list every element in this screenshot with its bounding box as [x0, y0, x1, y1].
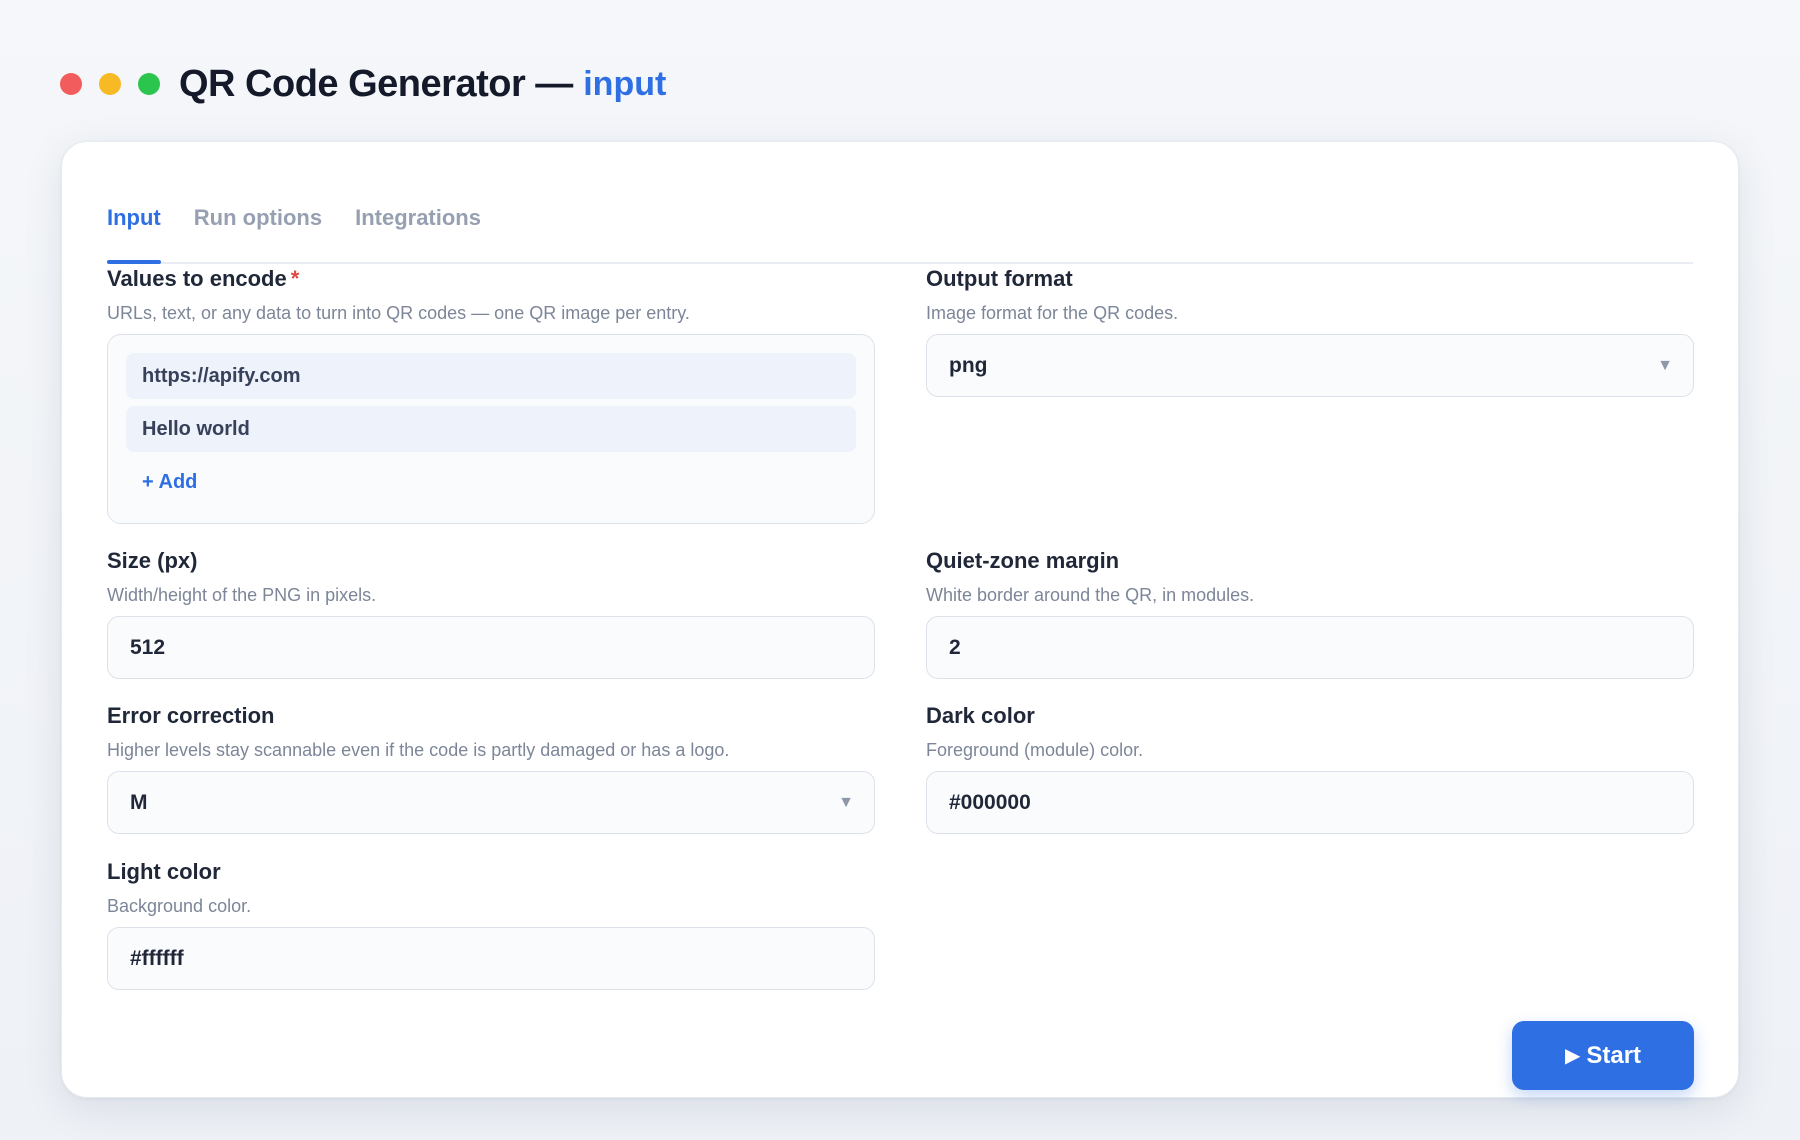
margin-label: Quiet-zone margin	[926, 548, 1120, 573]
add-value-button[interactable]: + Add	[126, 459, 856, 505]
minimize-window-dot[interactable]	[99, 73, 121, 95]
app-subtitle: input	[583, 64, 667, 103]
chevron-down-icon: ▼	[838, 793, 854, 811]
chevron-down-icon: ▼	[1657, 356, 1673, 374]
size-help: Width/height of the PNG in pixels.	[107, 585, 377, 605]
output-format-label: Output format	[926, 266, 1073, 291]
dark-color-label: Dark color	[926, 703, 1035, 728]
error-correction-help: Higher levels stay scannable even if the…	[107, 740, 730, 760]
light-color-field: Light color Background color. #ffffff	[107, 857, 875, 990]
tab-integrations[interactable]: Integrations	[355, 174, 481, 262]
output-format-field: Output format Image format for the QR co…	[926, 264, 1694, 397]
size-label: Size (px)	[107, 548, 198, 573]
play-icon: ▶	[1564, 1045, 1581, 1067]
start-label: Start	[1586, 1041, 1642, 1069]
list-item[interactable]: Hello world	[126, 406, 856, 452]
output-format-value: png	[949, 353, 988, 377]
input-form-card: Input Run options Integrations Values to…	[61, 141, 1739, 1098]
margin-input[interactable]: 2	[926, 616, 1694, 679]
error-correction-label: Error correction	[107, 703, 275, 728]
app-title: QR Code Generator	[179, 62, 526, 105]
error-correction-field: Error correction Higher levels stay scan…	[107, 701, 875, 834]
margin-field: Quiet-zone margin White border around th…	[926, 546, 1694, 679]
values-list: https://apify.com Hello world + Add	[107, 334, 875, 524]
values-label-text: Values to encode	[107, 266, 287, 291]
window-titlebar: QR Code Generator — input	[60, 58, 666, 110]
error-correction-value: M	[130, 790, 148, 814]
values-label: Values to encode *	[107, 264, 875, 294]
start-button[interactable]: ▶ Start	[1512, 1021, 1694, 1090]
tab-input[interactable]: Input	[107, 174, 161, 264]
values-field: Values to encode * URLs, text, or any dat…	[107, 264, 875, 524]
tab-bar: Input Run options Integrations	[107, 174, 1693, 264]
close-window-dot[interactable]	[60, 73, 82, 95]
list-item[interactable]: https://apify.com	[126, 353, 856, 399]
size-input[interactable]: 512	[107, 616, 875, 679]
error-correction-select[interactable]: M ▼	[107, 771, 875, 834]
maximize-window-dot[interactable]	[138, 73, 160, 95]
dark-color-field: Dark color Foreground (module) color. #0…	[926, 701, 1694, 834]
margin-help: White border around the QR, in modules.	[926, 585, 1255, 605]
size-field: Size (px) Width/height of the PNG in pix…	[107, 546, 875, 679]
light-color-help: Background color.	[107, 896, 252, 916]
output-format-select[interactable]: png ▼	[926, 334, 1694, 397]
output-format-help: Image format for the QR codes.	[926, 303, 1179, 323]
required-mark: *	[290, 266, 300, 291]
light-color-label: Light color	[107, 859, 221, 884]
tab-run-options[interactable]: Run options	[194, 174, 322, 262]
dark-color-help: Foreground (module) color.	[926, 740, 1144, 760]
light-color-input[interactable]: #ffffff	[107, 927, 875, 990]
title-separator: —	[535, 62, 574, 105]
values-help: URLs, text, or any data to turn into QR …	[107, 303, 690, 323]
dark-color-input[interactable]: #000000	[926, 771, 1694, 834]
